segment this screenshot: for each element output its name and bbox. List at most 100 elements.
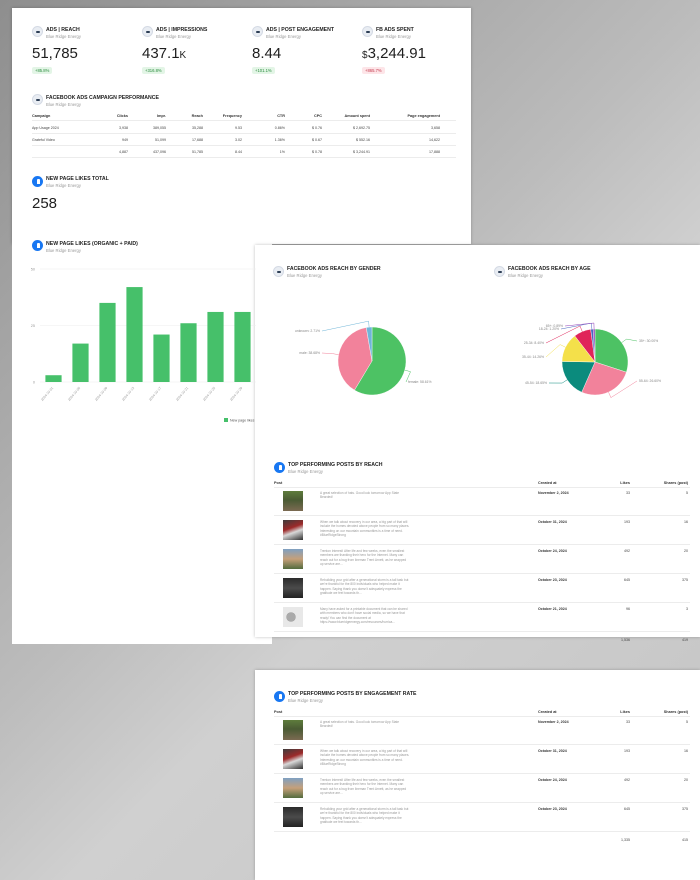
ads-icon bbox=[273, 266, 284, 277]
table-header: Page engagement bbox=[407, 114, 441, 118]
pie-label: 45-54: 18.65% bbox=[525, 381, 547, 385]
table-cell: $ 552.16 bbox=[356, 138, 370, 142]
post-shares: 20 bbox=[684, 549, 688, 553]
kpi-title: ADS | REACH bbox=[46, 27, 80, 33]
age-chart-subtitle: Blue Ridge Energy bbox=[508, 273, 543, 278]
kpi-value: 8.44 bbox=[252, 45, 281, 62]
table-header: Shares (post) bbox=[663, 481, 688, 485]
legend-swatch bbox=[224, 418, 228, 422]
post-thumbnail bbox=[283, 520, 303, 540]
table-cell: Grateful Video bbox=[32, 138, 55, 142]
campaign-subtitle: Blue Ridge Energy bbox=[46, 102, 81, 107]
pie-label: 25-34: 8.40% bbox=[524, 341, 544, 345]
likes-chart-subtitle: Blue Ridge Energy bbox=[46, 248, 81, 253]
kpi-number: 437.1 bbox=[142, 45, 180, 62]
reach-by-age-pie-chart: 35+: 30.00% 55-64: 26.60% 45-54: 18.65% 35-… bbox=[522, 322, 661, 398]
top-reach-subtitle: Blue Ridge Energy bbox=[288, 469, 323, 474]
table-header: Frequency bbox=[222, 114, 242, 118]
kpi-number: 3,244.91 bbox=[367, 45, 426, 62]
post-text: When we talk about recovery in our area,… bbox=[320, 749, 410, 767]
kpi-change-badge: +101.1% bbox=[252, 67, 275, 74]
kpi-unit: K bbox=[179, 50, 187, 61]
legend-label: New page likes bbox=[230, 419, 255, 423]
total-likes: 1,335 bbox=[621, 838, 630, 842]
post-thumbnail bbox=[283, 549, 303, 569]
kpi-change-badge: +316.8% bbox=[142, 67, 165, 74]
post-text: A great selection of hats. Good luck tom… bbox=[320, 720, 400, 729]
table-cell: $ 3,244.91 bbox=[353, 150, 370, 154]
bar bbox=[180, 323, 197, 382]
table-cell: 949 bbox=[122, 138, 128, 142]
table-cell: 17,688 bbox=[192, 138, 203, 142]
ads-icon bbox=[142, 26, 153, 37]
table-row-divider bbox=[274, 744, 690, 745]
table-row-divider bbox=[274, 515, 690, 516]
post-date: October 24, 2024 bbox=[538, 778, 567, 782]
kpi-change-badge: +865.7% bbox=[362, 67, 385, 74]
post-date: November 2, 2024 bbox=[538, 491, 569, 495]
post-likes: 33 bbox=[626, 491, 630, 495]
bar bbox=[99, 302, 116, 382]
table-cell: 3.02 bbox=[235, 138, 242, 142]
post-thumbnail bbox=[283, 578, 303, 598]
post-shares: 20 bbox=[684, 778, 688, 782]
ads-icon bbox=[252, 26, 263, 37]
table-cell: 8.44 bbox=[235, 150, 242, 154]
table-row-divider bbox=[274, 831, 690, 832]
post-shares: 16 bbox=[684, 749, 688, 753]
kpi-subtitle: Blue Ridge Energy bbox=[46, 34, 81, 39]
age-chart-title: FACEBOOK ADS REACH BY AGE bbox=[508, 266, 591, 272]
y-tick-label: 25 bbox=[31, 324, 35, 328]
table-header: Created at bbox=[538, 481, 557, 485]
total-likes: 1,536 bbox=[621, 638, 630, 642]
kpi-subtitle: Blue Ridge Energy bbox=[156, 34, 191, 39]
facebook-icon bbox=[32, 176, 43, 187]
post-likes: 645 bbox=[624, 578, 630, 582]
post-shares: 5 bbox=[686, 491, 688, 495]
kpi-subtitle: Blue Ridge Energy bbox=[376, 34, 411, 39]
post-shares: 375 bbox=[682, 807, 688, 811]
table-divider bbox=[32, 120, 456, 121]
x-tick-label: 2024-10-21 bbox=[175, 386, 189, 402]
facebook-icon bbox=[274, 462, 285, 473]
table-cell: 4,887 bbox=[119, 150, 128, 154]
y-tick-label: 0 bbox=[33, 381, 35, 385]
y-tick-label: 50 bbox=[31, 268, 35, 272]
post-date: November 2, 2024 bbox=[538, 720, 569, 724]
post-thumbnail bbox=[283, 749, 303, 769]
x-tick-label: 2024-10-01 bbox=[40, 386, 54, 402]
table-header: Impr. bbox=[156, 114, 166, 118]
ads-icon bbox=[362, 26, 373, 37]
post-text: Trenton Interest! After life and few wee… bbox=[320, 549, 407, 567]
gender-chart-subtitle: Blue Ridge Energy bbox=[287, 273, 322, 278]
table-row-divider bbox=[274, 773, 690, 774]
facebook-icon bbox=[274, 691, 285, 702]
table-cell: 51,099 bbox=[155, 138, 166, 142]
table-header: CTR bbox=[277, 114, 285, 118]
table-cell: 17,888 bbox=[429, 150, 440, 154]
table-header: Shares (post) bbox=[663, 710, 688, 714]
post-thumbnail bbox=[283, 491, 303, 511]
table-row-divider bbox=[274, 631, 690, 632]
post-date: October 23, 2024 bbox=[538, 807, 567, 811]
post-likes: 96 bbox=[626, 607, 630, 611]
kpi-change-badge: +85.8% bbox=[32, 67, 53, 74]
total-shares: 415 bbox=[682, 838, 688, 842]
post-thumbnail bbox=[283, 778, 303, 798]
table-header: Post bbox=[274, 481, 283, 485]
post-date: October 24, 2024 bbox=[538, 549, 567, 553]
pie-label: 35-44: 14.26% bbox=[522, 355, 544, 359]
post-likes: 492 bbox=[624, 778, 630, 782]
table-header: Amount spent bbox=[344, 114, 370, 118]
table-cell: 9.53 bbox=[235, 126, 242, 130]
x-tick-label: 2024-10-29 bbox=[229, 386, 243, 402]
table-cell: App Usage 2024 bbox=[32, 126, 59, 130]
pie-leader-line bbox=[621, 338, 638, 343]
pie-leader-line bbox=[321, 352, 339, 355]
post-text: Many have asked for a printable document… bbox=[320, 607, 408, 625]
x-tick-label: 2024-10-09 bbox=[94, 386, 108, 402]
kpi-number: 51,785 bbox=[32, 45, 78, 62]
table-row-divider bbox=[274, 802, 690, 803]
post-text: Rebuilding your grid after a generationa… bbox=[320, 578, 409, 596]
table-cell: 35,288 bbox=[192, 126, 203, 130]
